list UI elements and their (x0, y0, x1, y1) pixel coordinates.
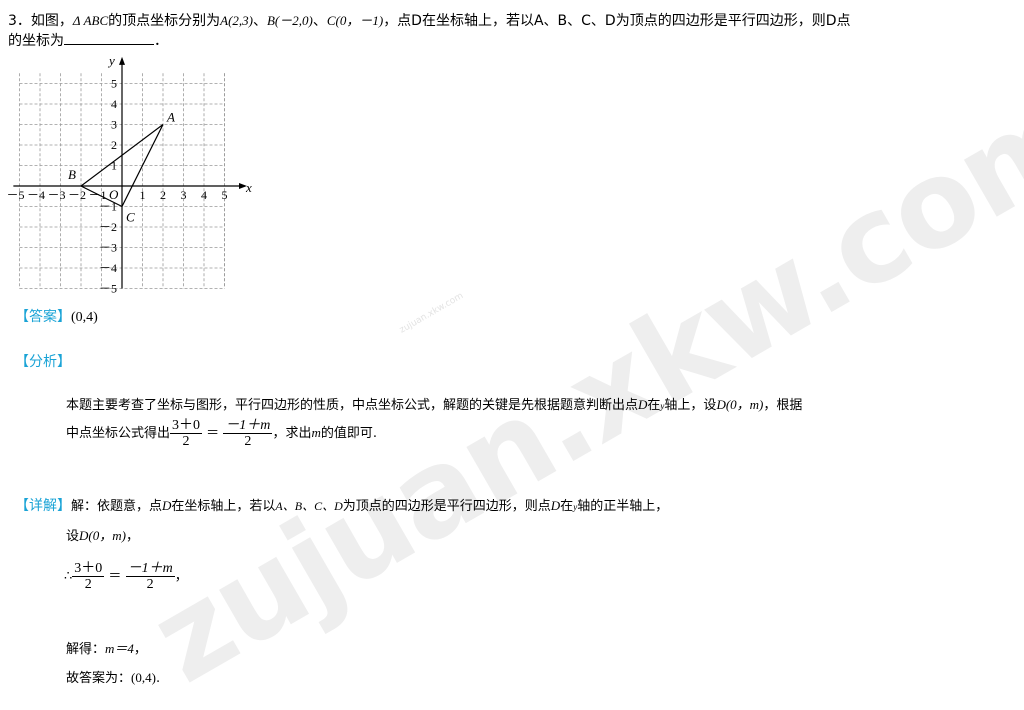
coordinate-figure: －5 －4 －3 －2 －1 1 2 3 4 554321－1－2－3－4－5 ABCO xy (6, 53, 252, 296)
fraction-3: 3＋0 2 (72, 561, 105, 592)
detail-line-1: 【详解】解：依题意，点D在坐标轴上，若以A、B、C、D为顶点的四边形是平行四边形… (15, 498, 669, 514)
x-tick-label: 1 (140, 188, 146, 202)
point-c-coords: C(0，－1) (326, 13, 384, 28)
label-b: B (68, 167, 76, 182)
label-origin: O (109, 187, 119, 202)
detail-line-3: ∴ 3＋0 2 ＝ －1＋m 2， (64, 561, 188, 592)
x-tick-label: 3 (181, 188, 187, 202)
point-b-coords: B(－2,0) (266, 13, 313, 28)
y-tick-label: －4 (99, 261, 117, 275)
y-tick-label: －3 (99, 241, 117, 255)
y-tick-label: 2 (111, 138, 117, 152)
analysis-tag: 【分析】 (15, 354, 71, 370)
y-tick-label: －5 (99, 282, 117, 296)
label-x-axis: x (245, 180, 252, 195)
axes (13, 56, 247, 289)
y-tick-label: 5 (111, 77, 117, 91)
question-line-1: 3．如图，Δ ABC的顶点坐标分别为A(2,3)、B(－2,0)、C(0，－1)… (8, 13, 851, 29)
answer-line: 【答案】(0,4) (15, 306, 98, 326)
watermark-small: zujuan.xkw.com (398, 291, 466, 336)
answer-value: (0,4) (71, 310, 98, 325)
detail-line-5: 故答案为：(0,4). (66, 670, 161, 686)
x-tick-label: －5 (6, 188, 24, 202)
y-tick-label: －2 (99, 220, 117, 234)
fraction-1: 3＋0 2 (170, 418, 203, 449)
point-a-coords: A(2,3) (220, 13, 253, 28)
answer-blank (64, 32, 154, 45)
label-a: A (166, 110, 175, 125)
x-tick-label: －3 (47, 188, 65, 202)
fraction-2: －1＋m 2 (223, 418, 273, 449)
triangle-label: Δ ABC (72, 13, 109, 28)
question-number: 3 (8, 13, 17, 29)
y-tick-label: 4 (111, 97, 117, 111)
detail-line-4: 解得：m＝4， (66, 641, 147, 657)
answer-tag: 【答案】 (15, 309, 71, 325)
detail-tag: 【详解】 (15, 498, 71, 514)
x-tick-label: －2 (68, 188, 86, 202)
x-tick-label: 4 (201, 188, 207, 202)
x-tick-label: 5 (222, 188, 228, 202)
y-tick-label: 3 (111, 118, 117, 132)
analysis-line-1: 本题主要考查了坐标与图形，平行四边形的性质，中点坐标公式，解题的关键是先根据题意… (66, 397, 803, 413)
label-y-axis: y (107, 53, 115, 68)
label-c: C (126, 210, 135, 225)
x-tick-label: 2 (160, 188, 166, 202)
detail-line-2: 设D(0，m)， (66, 528, 139, 544)
analysis-line-2: 中点坐标公式得出 3＋0 2 ＝ －1＋m 2 ，求出m的值即可. (66, 418, 377, 449)
y-axis-arrow (119, 56, 125, 65)
watermark-large: zujuan.xkw.com (130, 64, 1024, 710)
x-tick-label: －4 (27, 188, 45, 202)
fraction-4: －1＋m 2 (125, 561, 175, 592)
